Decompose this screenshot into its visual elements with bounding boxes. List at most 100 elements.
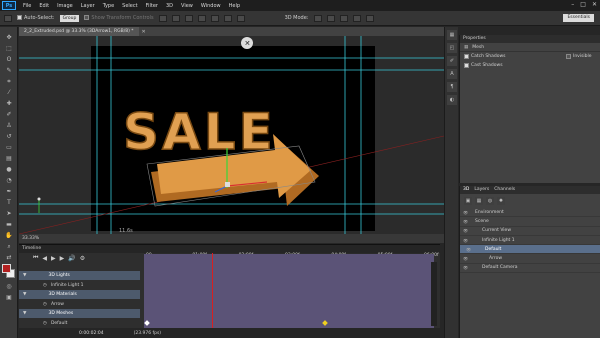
align-left-icon[interactable]: [197, 14, 206, 22]
3d-roll-icon[interactable]: [326, 14, 335, 22]
quick-mask-icon[interactable]: ◎: [2, 282, 16, 291]
layer-row[interactable]: 👁 Arrow: [460, 254, 600, 264]
menu-edit[interactable]: Edit: [35, 3, 53, 9]
marquee-tool-icon[interactable]: ⬚: [2, 44, 16, 53]
filter-mesh-icon[interactable]: ▦: [475, 197, 483, 205]
catch-shadows-row[interactable]: Catch Shadows Invisible: [460, 52, 600, 61]
auto-select-checkbox[interactable]: [17, 15, 22, 20]
track-group-row[interactable]: ▼ 3D Meshes: [19, 309, 140, 318]
close-tab-icon[interactable]: ✕: [142, 29, 146, 35]
properties-tab[interactable]: Properties: [460, 35, 600, 43]
play-icon[interactable]: ▶: [51, 255, 56, 262]
eraser-tool-icon[interactable]: ▭: [2, 143, 16, 152]
menu-help[interactable]: Help: [225, 3, 244, 9]
history-panel-icon[interactable]: ▦: [447, 30, 457, 40]
hand-tool-icon[interactable]: ✋: [2, 231, 16, 240]
paragraph-panel-icon[interactable]: ¶: [447, 82, 457, 92]
layer-row[interactable]: 👁 Environment: [460, 208, 600, 218]
expand-arrow-icon[interactable]: ▼: [23, 311, 26, 316]
audio-icon[interactable]: 🔊: [68, 255, 75, 262]
swap-colors-icon[interactable]: ⇄: [2, 253, 16, 262]
eyedropper-tool-icon[interactable]: ⁄: [2, 88, 16, 97]
visibility-eye-icon[interactable]: 👁: [462, 265, 469, 270]
track-row[interactable]: ◷ Arrow: [19, 300, 140, 309]
keyframe-end[interactable]: [322, 320, 328, 326]
close-canvas-widget[interactable]: ✕: [241, 37, 253, 49]
brush-tool-icon[interactable]: ✐: [2, 110, 16, 119]
move-tool-icon[interactable]: [4, 14, 12, 22]
track-row[interactable]: ◷ Infinite Light 1: [19, 281, 140, 290]
dodge-tool-icon[interactable]: ◔: [2, 176, 16, 185]
quick-select-tool-icon[interactable]: ✎: [2, 66, 16, 75]
color-swatches[interactable]: [0, 264, 17, 282]
track-row[interactable]: ◷ Default: [19, 319, 140, 328]
previous-frame-icon[interactable]: ◀: [42, 255, 47, 262]
catch-shadows-checkbox[interactable]: [464, 54, 469, 59]
crop-tool-icon[interactable]: ⌗: [2, 77, 16, 86]
visibility-eye-icon[interactable]: 👁: [462, 228, 469, 233]
align-middle-icon[interactable]: [171, 14, 180, 22]
move-tool-icon[interactable]: ✥: [2, 33, 16, 42]
expand-arrow-icon[interactable]: ▼: [23, 292, 26, 297]
timecode[interactable]: 0:00:02:04: [79, 331, 104, 336]
light-handle[interactable]: [37, 197, 41, 201]
cast-shadows-checkbox[interactable]: [464, 63, 469, 68]
align-bottom-icon[interactable]: [184, 14, 193, 22]
menu-3d[interactable]: 3D: [162, 3, 177, 9]
first-frame-icon[interactable]: ⏮: [33, 254, 38, 262]
3d-drag-icon[interactable]: [339, 14, 348, 22]
cast-shadows-row[interactable]: Cast Shadows: [460, 61, 600, 70]
adjustments-panel-icon[interactable]: ◐: [447, 95, 457, 105]
document-tab[interactable]: 2_2_Extruded.psd @ 33.3% (3DArrow1, RGB/…: [19, 27, 139, 36]
layer-row[interactable]: 👁 Scene: [460, 217, 600, 227]
playhead[interactable]: [212, 253, 213, 330]
menu-window[interactable]: Window: [197, 3, 225, 9]
visibility-eye-icon[interactable]: 👁: [465, 246, 472, 253]
track-group-row[interactable]: ▼ 3D Materials: [19, 290, 140, 299]
lasso-tool-icon[interactable]: ʘ: [2, 55, 16, 64]
align-right-icon[interactable]: [223, 14, 232, 22]
screen-mode-icon[interactable]: ▣: [2, 293, 16, 302]
workspace-dropdown[interactable]: Essentials: [563, 14, 594, 22]
maximize-button[interactable]: □: [580, 1, 586, 8]
type-tool-icon[interactable]: T: [2, 198, 16, 207]
timeline-tracks[interactable]: [144, 254, 434, 330]
zoom-level[interactable]: 33.33%: [22, 236, 39, 241]
path-select-tool-icon[interactable]: ➤: [2, 209, 16, 218]
3d-slide-icon[interactable]: [352, 14, 361, 22]
menu-filter[interactable]: Filter: [142, 3, 162, 9]
canvas-area[interactable]: SALE ✕ 11.6s: [19, 36, 444, 234]
layer-row[interactable]: 👁 Infinite Light 1: [460, 236, 600, 246]
menu-layer[interactable]: Layer: [77, 3, 99, 9]
tab-channels[interactable]: Channels: [494, 186, 515, 194]
pen-tool-icon[interactable]: ✒: [2, 187, 16, 196]
menu-view[interactable]: View: [177, 3, 197, 9]
properties-panel-icon[interactable]: ◰: [447, 43, 457, 53]
3d-rotate-icon[interactable]: [313, 14, 322, 22]
menu-type[interactable]: Type: [99, 3, 118, 9]
transform-checkbox[interactable]: [84, 15, 90, 20]
healing-tool-icon[interactable]: ✚: [2, 99, 16, 108]
distribute-icon[interactable]: [236, 14, 245, 22]
visibility-eye-icon[interactable]: 👁: [462, 238, 469, 243]
brush-panel-icon[interactable]: ✐: [447, 56, 457, 66]
filter-material-icon[interactable]: ◍: [486, 197, 494, 205]
visibility-eye-icon[interactable]: 👁: [462, 256, 469, 261]
invisible-checkbox[interactable]: [566, 54, 571, 59]
settings-icon[interactable]: ⚙: [80, 255, 85, 262]
menu-select[interactable]: Select: [118, 3, 141, 9]
filter-light-icon[interactable]: ✹: [497, 197, 505, 205]
light-widget[interactable]: [37, 197, 41, 214]
layer-row[interactable]: 👁 Default: [460, 245, 600, 255]
tab-3d[interactable]: 3D: [463, 186, 469, 194]
align-center-icon[interactable]: [210, 14, 219, 22]
minimize-button[interactable]: –: [571, 1, 574, 8]
visibility-eye-icon[interactable]: 👁: [462, 219, 469, 224]
shape-tool-icon[interactable]: ▬: [2, 220, 16, 229]
auto-select-option[interactable]: Auto-Select:: [17, 15, 55, 21]
stopwatch-icon[interactable]: ◷: [43, 302, 47, 307]
blur-tool-icon[interactable]: ●: [2, 165, 16, 174]
sale-headline[interactable]: SALE: [122, 102, 276, 162]
gradient-tool-icon[interactable]: ▤: [2, 154, 16, 163]
layer-row[interactable]: 👁 Default Camera: [460, 264, 600, 274]
